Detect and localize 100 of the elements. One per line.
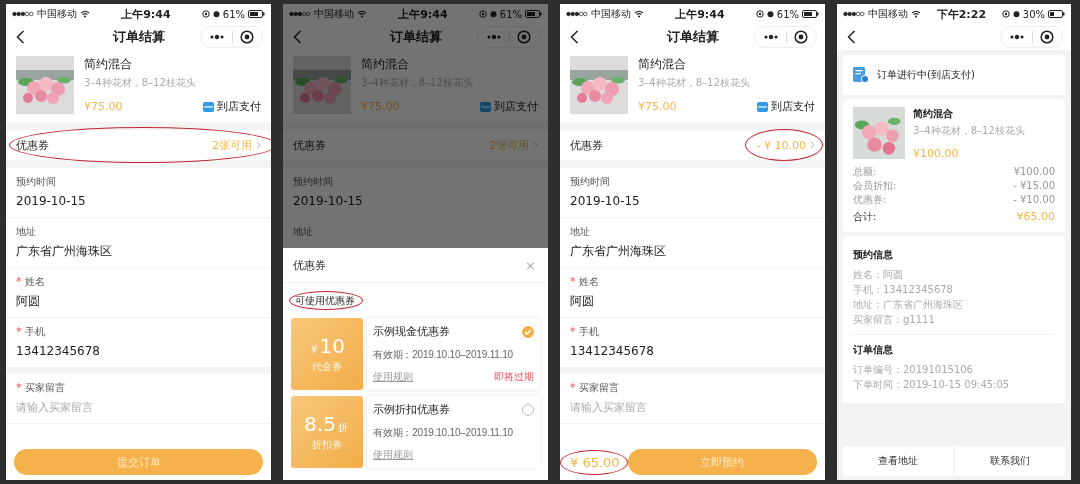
signal-icon	[289, 11, 311, 17]
signal-icon	[843, 11, 865, 17]
close-icon[interactable]	[240, 30, 254, 44]
summary-label: 优惠券:	[853, 193, 887, 206]
total-label: 合计:	[853, 210, 877, 224]
required-mark: *	[16, 275, 22, 289]
status-time: 下午2:22	[935, 6, 988, 22]
field-value: 阿圆	[16, 293, 41, 310]
signal-icon	[566, 11, 588, 17]
more-icon[interactable]	[763, 34, 779, 40]
field-value: 广东省广州海珠区	[16, 243, 113, 260]
field-label: 手机	[578, 325, 599, 339]
more-icon[interactable]	[1009, 34, 1025, 40]
info-line: 下单时间：2019-10-15 09:45:05	[853, 378, 1011, 391]
payment-method: 到店支付	[494, 99, 538, 114]
coupon-amount: ¥10	[310, 334, 345, 358]
battery-percent: 61%	[499, 8, 522, 20]
battery-percent: 30%	[1022, 8, 1045, 20]
carrier-name: 中国移动	[591, 7, 631, 21]
summary-value: - ¥15.00	[1013, 179, 1055, 192]
close-icon[interactable]	[794, 30, 808, 44]
summary-value: ¥100.00	[1013, 165, 1055, 178]
back-icon[interactable]	[16, 30, 25, 44]
wifi-icon	[911, 10, 921, 18]
carrier-name: 中国移动	[314, 7, 354, 21]
product-spec: 3–4种花材，8–12枝花头	[84, 76, 197, 90]
battery-icon	[525, 10, 542, 18]
battery-icon	[1048, 10, 1065, 18]
store-icon	[203, 101, 214, 112]
product-price: ¥75.00	[84, 100, 124, 113]
field-value: 阿圆	[570, 293, 595, 310]
required-mark: *	[16, 381, 22, 395]
field-label: 预约时间	[293, 175, 333, 189]
field-value: 13412345678	[570, 343, 655, 360]
battery-percent: 61%	[222, 8, 245, 20]
field-label: 姓名	[578, 275, 599, 289]
coupon-title: 示例现金优惠券	[373, 324, 450, 339]
coupon-type: 折扣券	[312, 438, 342, 452]
chevron-icon	[256, 141, 261, 149]
field-value: 2019-10-15	[293, 193, 364, 210]
back-icon[interactable]	[570, 30, 579, 44]
radio-button[interactable]	[522, 325, 534, 338]
section-title: 订单信息	[853, 343, 894, 357]
required-mark: *	[570, 325, 576, 339]
field-label: 地址	[293, 225, 313, 239]
product-name: 简约混合	[913, 107, 954, 121]
field-value: 2019-10-15	[16, 193, 87, 210]
status-time: 上午9:44	[674, 6, 726, 22]
coupon-type: 代金券	[312, 360, 342, 374]
field-value: 广东省广州海珠区	[570, 243, 667, 260]
required-mark: *	[16, 325, 22, 339]
wifi-icon	[634, 10, 644, 18]
product-name: 简约混合	[361, 56, 410, 73]
battery-icon	[248, 10, 265, 18]
field-label: 地址	[16, 225, 36, 239]
section-heading: 可使用优惠券	[295, 295, 355, 306]
back-icon[interactable]	[847, 30, 856, 44]
battery-percent: 61%	[776, 8, 799, 20]
wifi-icon	[80, 10, 90, 18]
status-time: 上午9:44	[397, 6, 449, 22]
product-price: ¥100.00	[913, 147, 960, 160]
more-icon[interactable]	[209, 34, 225, 40]
coupon-title: 示例折扣优惠券	[373, 402, 450, 417]
product-price: ¥75.00	[361, 100, 401, 113]
sheet-title: 优惠券	[293, 257, 326, 273]
status-time: 上午9:44	[120, 6, 172, 22]
coupon-card[interactable]: 示例现金优惠券 有效期：2019.10.10–2019.11.10 使用规则 即将过期	[367, 318, 540, 390]
field-label: 手机	[24, 325, 45, 339]
expiry-tag: 即将过期	[494, 370, 534, 384]
summary-value: - ¥10.00	[1013, 193, 1055, 206]
required-mark: *	[570, 381, 576, 395]
summary-label: 总额:	[853, 165, 877, 178]
required-mark: *	[570, 275, 576, 289]
product-name: 简约混合	[638, 56, 687, 73]
coupon-amount: 8.5 折	[304, 412, 349, 436]
wifi-icon	[357, 10, 367, 18]
field-label: 买家留言	[578, 381, 619, 395]
field-label: 地址	[570, 225, 590, 239]
field-label: 买家留言	[24, 381, 65, 395]
product-spec: 3–4种花材，8–12枝花头	[638, 76, 751, 90]
field-label: 姓名	[24, 275, 45, 289]
info-line: 买家留言：g1111	[853, 313, 936, 326]
carrier-name: 中国移动	[868, 7, 908, 21]
close-icon[interactable]	[1040, 30, 1054, 44]
section-title: 预约信息	[853, 248, 894, 262]
product-spec: 3–4种花材，8–12枝花头	[913, 124, 1026, 138]
field-label: 预约时间	[570, 175, 610, 189]
page-title: 订单结算	[112, 28, 165, 46]
store-icon	[480, 101, 491, 112]
total-price: ¥ 65.00	[568, 454, 620, 470]
info-line: 姓名：阿圆	[853, 268, 904, 281]
product-name: 简约混合	[84, 56, 133, 73]
info-line: 订单编号：20191015106	[853, 363, 974, 376]
product-price: ¥75.00	[638, 100, 678, 113]
coupon-card[interactable]: 示例折扣优惠券 有效期：2019.10.10–2019.11.10 使用规则	[367, 396, 540, 468]
coupon-validity: 有效期：2019.10.10–2019.11.10	[373, 347, 514, 362]
info-line: 手机：13412345678	[853, 283, 954, 296]
coupon-row[interactable]: 优惠券 2张可用	[283, 130, 548, 160]
carrier-name: 中国移动	[37, 7, 77, 21]
field-value: 13412345678	[16, 343, 101, 360]
